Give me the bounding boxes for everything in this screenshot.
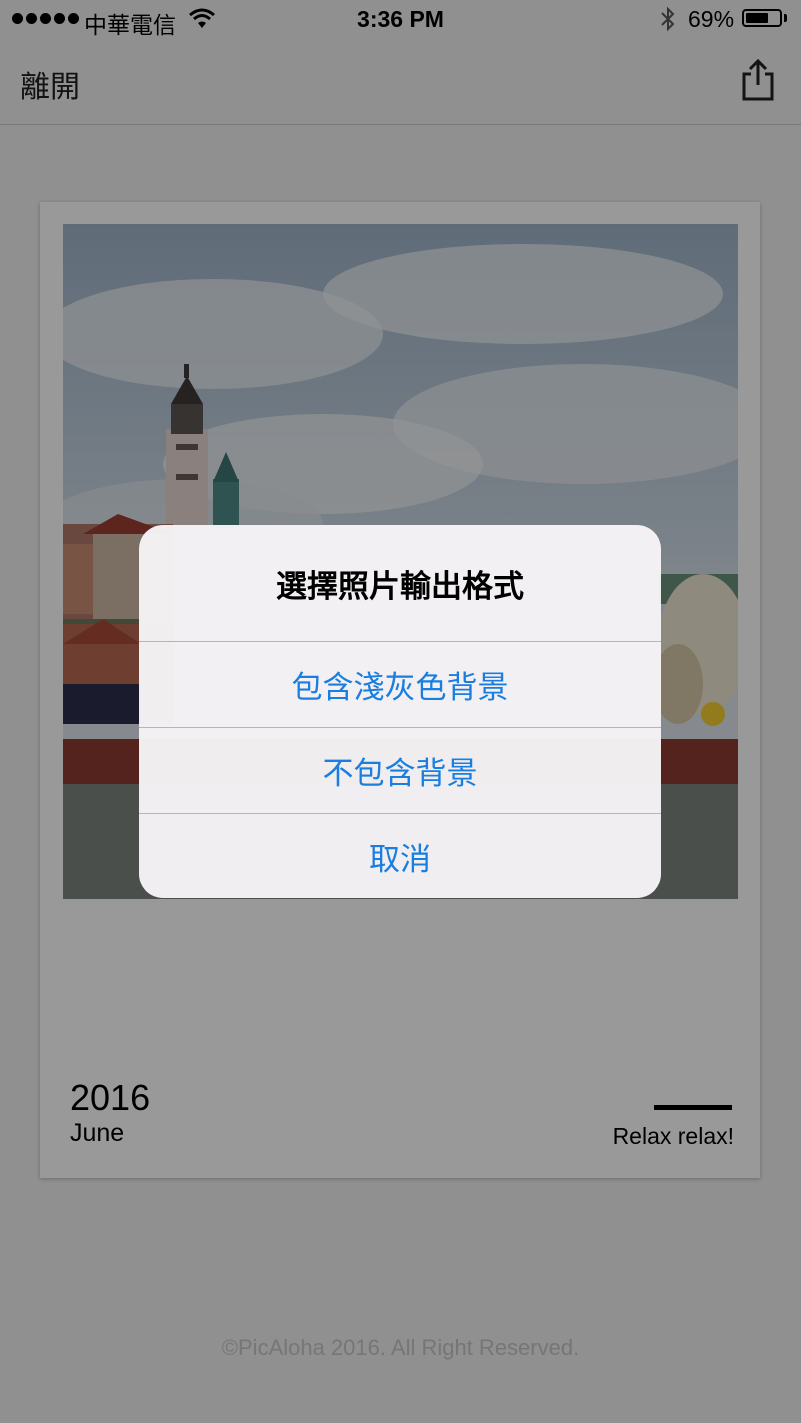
include-light-gray-background-button[interactable]: 包含淺灰色背景 (139, 641, 661, 727)
alert-title: 選擇照片輸出格式 (276, 568, 524, 604)
no-background-button[interactable]: 不包含背景 (139, 727, 661, 813)
cancel-button[interactable]: 取消 (139, 813, 661, 898)
export-format-alert: 選擇照片輸出格式 包含淺灰色背景 不包含背景 取消 (139, 525, 661, 898)
